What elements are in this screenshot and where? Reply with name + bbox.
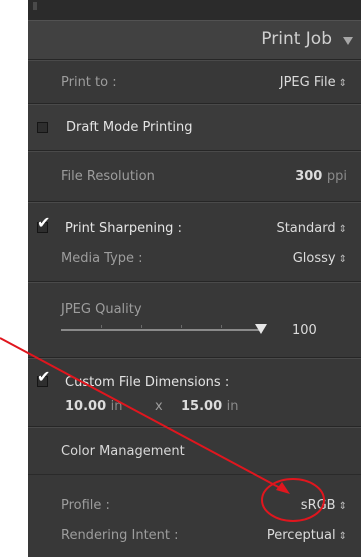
rendering-intent-select[interactable]: Perceptual ⇕ (267, 528, 347, 543)
file-resolution-value[interactable]: 300 ppi (295, 169, 347, 184)
draft-mode-label: Draft Mode Printing (66, 120, 193, 135)
panel-top-strip (28, 0, 361, 20)
draft-mode-row: Draft Mode Printing (28, 104, 361, 151)
print-sharpening-section: ✔ Print Sharpening : Standard ⇕ Media Typ… (28, 202, 361, 282)
collapse-triangle-icon[interactable] (343, 37, 353, 45)
custom-dimensions-label: Custom File Dimensions : (65, 375, 230, 390)
jpeg-quality-slider[interactable] (61, 324, 267, 334)
checkmark-icon: ✔ (37, 213, 51, 232)
profile-label: Profile : (61, 498, 110, 513)
checkmark-icon: ✔ (37, 367, 51, 386)
file-resolution-unit: ppi (326, 169, 347, 184)
print-sharpening-select[interactable]: Standard ⇕ (276, 221, 347, 236)
width-field[interactable]: 10.00 in (65, 399, 123, 414)
panel-title: Print Job (261, 29, 332, 49)
print-sharpening-label: Print Sharpening : (65, 221, 182, 236)
media-type-label: Media Type : (61, 251, 143, 266)
jpeg-quality-label: JPEG Quality (61, 302, 142, 317)
draft-mode-checkbox[interactable] (37, 122, 48, 133)
print-to-row: Print to : JPEG File ⇕ (28, 60, 361, 104)
stepper-icon: ⇕ (338, 224, 347, 235)
print-to-label: Print to : (61, 75, 117, 90)
stepper-icon: ⇕ (338, 501, 347, 512)
file-resolution-row: File Resolution 300 ppi (28, 151, 361, 202)
stepper-icon: ⇕ (338, 531, 347, 542)
jpeg-quality-value[interactable]: 100 (292, 323, 317, 338)
dimension-separator: x (155, 399, 163, 414)
height-field[interactable]: 15.00 in (181, 399, 239, 414)
rendering-intent-label: Rendering Intent : (61, 528, 179, 543)
color-management-heading: Color Management (61, 444, 185, 459)
stepper-icon: ⇕ (338, 254, 347, 265)
print-job-header[interactable]: Print Job (28, 20, 361, 60)
slider-thumb[interactable] (255, 324, 267, 334)
stepper-icon: ⇕ (338, 78, 347, 89)
print-job-panel: Print Job Print to : JPEG File ⇕ Draft Mo… (28, 0, 361, 557)
media-type-select[interactable]: Glossy ⇕ (293, 251, 347, 266)
print-to-select[interactable]: JPEG File ⇕ (280, 75, 347, 90)
color-management-section: Color Management Profile : sRGB ⇕ Renderi… (28, 427, 361, 557)
custom-dimensions-section: ✔ Custom File Dimensions : 10.00 in x 15… (28, 358, 361, 427)
profile-select[interactable]: sRGB ⇕ (301, 498, 347, 513)
jpeg-quality-section: JPEG Quality 100 (28, 282, 361, 358)
file-resolution-label: File Resolution (61, 169, 155, 184)
